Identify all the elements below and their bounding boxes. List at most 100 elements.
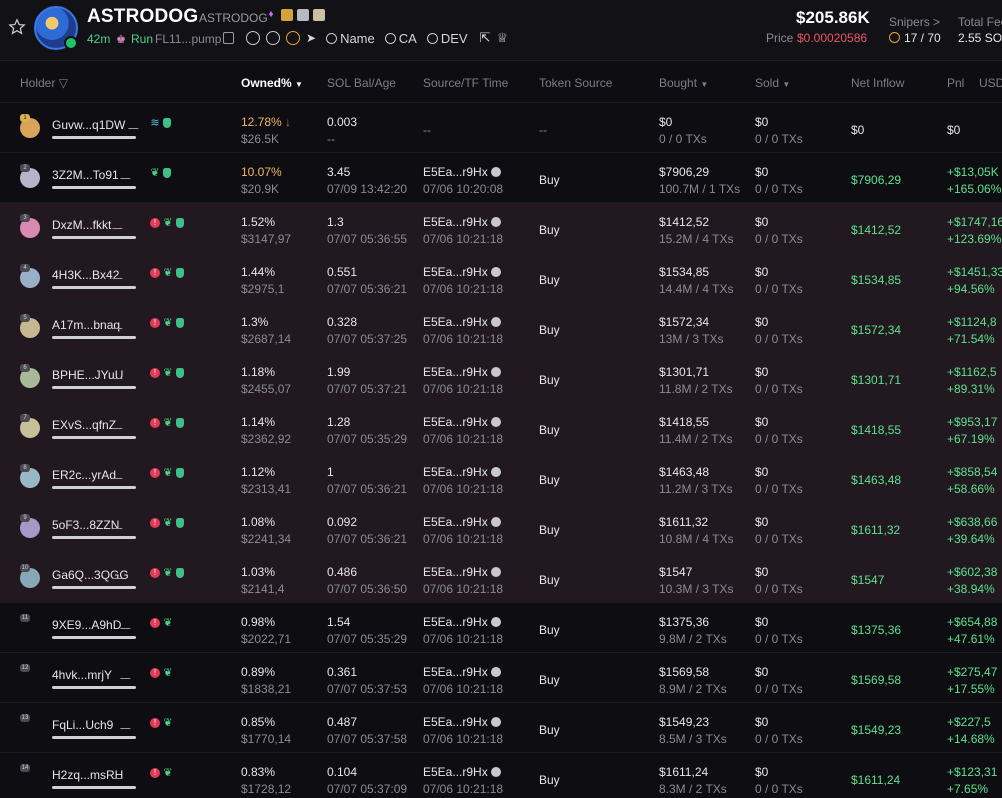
copy-icon[interactable] [491,217,502,227]
funding-source[interactable]: E5Ea...r9Hx [423,365,502,379]
crown-icon[interactable]: ♕ [496,30,508,46]
funding-source[interactable]: E5Ea...r9Hx [423,715,502,729]
copy-icon[interactable] [491,317,502,327]
funding-source[interactable]: E5Ea...r9Hx [423,465,502,479]
table-row[interactable]: 4 4H3K...Bx42 ! ❦ 1.44% $2975,1 0.551 07/… [0,253,1002,303]
funding-source[interactable]: E5Ea...r9Hx [423,665,502,679]
edit-icon[interactable] [120,619,134,629]
rank-badge: 7 [20,414,30,422]
holder-address[interactable]: 9XE9...A9hD [52,618,121,632]
table-row[interactable]: 12 4hvk...mrjY ! ❦ 0.89% $1838,21 0.361 0… [0,653,1002,703]
star-icon[interactable] [8,18,26,36]
currency-toggle[interactable]: USD [979,76,1002,90]
col-source[interactable]: Source/TF Time [423,76,508,90]
copy-icon[interactable] [491,367,502,377]
table-row[interactable]: 13 FqLi...Uch9 ! ❦ 0.85% $1770,14 0.487 0… [0,703,1002,753]
table-row[interactable]: 2 3Z2M...To91 ❦ 10.07% $20.9K 3.45 07/09… [0,153,1002,203]
funding-source[interactable]: E5Ea...r9Hx [423,515,502,529]
holder-address[interactable]: 3Z2M...To91 [52,168,119,182]
holder-address[interactable]: ER2c...yrAd [52,468,116,482]
copy-icon[interactable] [491,467,502,477]
col-owned[interactable]: Owned% ▼ [241,76,303,90]
telegram-icon[interactable]: ➤ [306,31,316,45]
col-holder[interactable]: Holder ▽ [20,76,68,90]
funding-source[interactable]: E5Ea...r9Hx [423,265,502,279]
col-sold[interactable]: Sold ▼ [755,76,790,90]
contract-address[interactable]: FL11...pump [155,32,221,46]
col-bought[interactable]: Bought ▼ [659,76,708,90]
table-row[interactable]: 11 9XE9...A9hD ! ❦ 0.98% $2022,71 1.54 07… [0,603,1002,653]
filter-icon[interactable]: ▽ [59,76,68,90]
edit-icon[interactable] [112,369,126,379]
col-pnl[interactable]: Pnl [947,76,964,90]
search-name-button[interactable]: Name [326,31,375,46]
funding-source[interactable]: -- [423,123,431,137]
token-source: Buy [539,273,560,287]
sol-balance: 3.45 [327,165,351,179]
edit-icon[interactable] [112,769,126,779]
globe-icon[interactable] [246,31,260,45]
funding-source[interactable]: E5Ea...r9Hx [423,315,502,329]
funding-source[interactable]: E5Ea...r9Hx [423,165,502,179]
col-token-source[interactable]: Token Source [539,76,612,90]
owned-value: $2141,4 [241,582,285,596]
holder-address[interactable]: DxzM...fkkt [52,218,111,232]
external-link-icon[interactable]: ⇱ [480,30,491,46]
search-ca-button[interactable]: CA [384,31,417,46]
alert-icon[interactable] [286,31,300,45]
copy-icon[interactable] [491,767,502,777]
edit-icon[interactable] [128,119,142,129]
copy-icon[interactable] [491,417,502,427]
snipers-link[interactable]: Snipers > [889,15,940,29]
edit-icon[interactable] [112,419,126,429]
copy-icon[interactable] [223,32,234,44]
table-row[interactable]: 9 5oF3...8ZZN ! ❦ 1.08% $2241,34 0.092 07… [0,503,1002,553]
pnl-value: +$602,38 [947,565,998,579]
wallet-age: 07/07 05:36:21 [327,482,408,496]
copy-icon[interactable] [491,517,502,527]
copy-icon[interactable] [491,667,502,677]
holder-address[interactable]: 4hvk...mrjY [52,668,112,682]
funding-source[interactable]: E5Ea...r9Hx [423,565,502,579]
holder-address[interactable]: 4H3K...Bx42 [52,268,119,282]
edit-icon[interactable] [112,519,126,529]
funding-source[interactable]: E5Ea...r9Hx [423,215,502,229]
edit-icon[interactable] [112,469,126,479]
holder-address[interactable]: 5oF3...8ZZN [52,518,119,532]
funding-source[interactable]: E5Ea...r9Hx [423,765,502,779]
holder-address[interactable]: FqLi...Uch9 [52,718,113,732]
bought-value: $1547 [659,565,693,579]
edit-icon[interactable] [112,219,126,229]
table-row[interactable]: 3 DxzM...fkkt ! ❦ 1.52% $3147,97 1.3 07/0… [0,203,1002,253]
price-label: Price [766,31,794,45]
search-dev-button[interactable]: DEV [426,31,468,46]
user-icon[interactable] [266,31,280,45]
table-row[interactable]: 5 A17m...bnaq ! ❦ 1.3% $2687,14 0.328 07/… [0,303,1002,353]
copy-icon[interactable] [491,267,502,277]
table-row[interactable]: 10 Ga6Q...3QGG ! ❦ 1.03% $2141,4 0.486 07… [0,553,1002,603]
sold-detail: 0 / 0 TXs [755,532,803,546]
table-row[interactable]: 14 H2zq...msRH ! ❦ 0.83% $1728,12 0.104 0… [0,753,1002,798]
copy-icon[interactable] [491,167,502,177]
edit-icon[interactable] [120,669,134,679]
col-net-inflow[interactable]: Net Inflow [851,76,904,90]
edit-icon[interactable] [112,269,126,279]
funding-source[interactable]: E5Ea...r9Hx [423,415,502,429]
table-row[interactable]: 7 EXvS...qfnZ ! ❦ 1.14% $2362,92 1.28 07/… [0,403,1002,453]
copy-icon[interactable] [491,617,502,627]
copy-icon[interactable] [491,567,502,577]
holding-bar [52,336,136,339]
holder-address[interactable]: EXvS...qfnZ [52,418,116,432]
holder-address[interactable]: Guvw...q1DW [52,118,125,132]
edit-icon[interactable] [120,719,134,729]
table-row[interactable]: 1 Guvw...q1DW ≋ 12.78% ↓ $26.5K 0.003 --… [0,103,1002,153]
copy-icon[interactable] [491,717,502,727]
table-row[interactable]: 8 ER2c...yrAd ! ❦ 1.12% $2313,41 1 07/07 … [0,453,1002,503]
table-row[interactable]: 6 BPHE...JYuU ! ❦ 1.18% $2455,07 1.99 07/… [0,353,1002,403]
holder-address[interactable]: A17m...bnaq [52,318,120,332]
bought-detail: 15.2M / 4 TXs [659,232,734,246]
col-sol-bal[interactable]: SOL Bal/Age [327,76,396,90]
funding-source[interactable]: E5Ea...r9Hx [423,615,502,629]
edit-icon[interactable] [120,169,134,179]
edit-icon[interactable] [112,319,126,329]
